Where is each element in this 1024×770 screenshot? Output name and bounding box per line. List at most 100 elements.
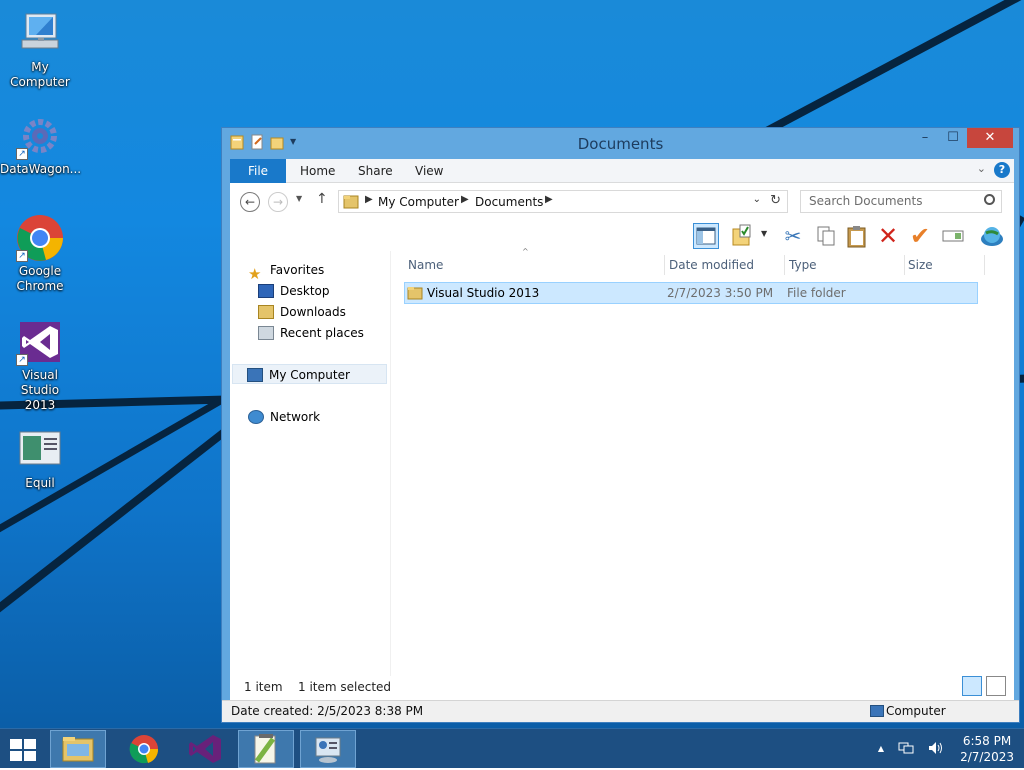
nav-network[interactable]: Network <box>248 407 320 427</box>
computer-icon <box>870 705 884 717</box>
table-row[interactable]: Visual Studio 2013 2/7/2023 3:50 PM File… <box>404 282 978 304</box>
tab-home[interactable]: Home <box>290 159 345 183</box>
downloads-icon <box>258 304 274 319</box>
help-button[interactable]: ? <box>994 162 1010 178</box>
globe-icon[interactable] <box>979 223 1005 249</box>
chrome-icon <box>129 735 159 764</box>
shortcut-arrow-icon: ↗ <box>16 250 28 262</box>
gear-app-icon: ↗ <box>16 112 64 160</box>
expand-ribbon-icon[interactable]: ⌄ <box>977 162 986 175</box>
desktop-icon-datawagon[interactable]: ↗ DataWagon... <box>0 112 81 177</box>
content-area: ★ Favorites Desktop Downloads Recent plac… <box>230 247 1014 699</box>
forward-button[interactable]: → <box>268 192 288 212</box>
show-hidden-icons-icon[interactable]: ▲ <box>878 741 884 758</box>
column-header-size[interactable]: Size <box>908 258 933 272</box>
folder-icon <box>343 195 359 209</box>
file-list: ^ Name Date modified Type Size Visual St… <box>402 247 1014 699</box>
close-button[interactable]: ✕ <box>967 128 1013 148</box>
nav-recent-places[interactable]: Recent places <box>258 323 364 343</box>
taskbar-settings-app[interactable] <box>300 730 356 768</box>
nav-favorites[interactable]: ★ Favorites <box>248 260 325 283</box>
explorer-window[interactable]: ▼ Documents – ☐ ✕ File Home Share View ⌄… <box>221 127 1020 723</box>
address-bar[interactable]: ▶ My Computer ▶ Documents ▶ ⌄ ↻ <box>338 190 788 213</box>
taskbar-notepad[interactable] <box>238 730 294 768</box>
nav-network-label: Network <box>270 410 321 424</box>
address-dropdown-icon[interactable]: ⌄ <box>753 194 761 205</box>
tab-share[interactable]: Share <box>348 159 403 183</box>
breadcrumb-my-computer[interactable]: My Computer <box>378 195 459 209</box>
nav-desktop[interactable]: Desktop <box>258 281 330 301</box>
taskbar-visual-studio[interactable] <box>176 730 232 768</box>
column-header-date[interactable]: Date modified <box>669 258 754 272</box>
desktop-icon-my-computer[interactable]: My Computer <box>0 10 80 90</box>
network-status-icon[interactable] <box>898 741 914 758</box>
start-button[interactable] <box>8 737 38 763</box>
pane-splitter[interactable] <box>390 251 391 699</box>
checkmark-icon[interactable]: ✔ <box>907 223 933 249</box>
nav-my-computer[interactable]: My Computer <box>232 364 387 384</box>
recent-locations-icon[interactable]: ▼ <box>296 194 302 203</box>
search-placeholder: Search Documents <box>809 194 923 208</box>
desktop-icon-chrome[interactable]: ↗ Google Chrome <box>0 214 80 294</box>
copy-icon[interactable] <box>813 223 839 249</box>
maximize-button[interactable]: ☐ <box>939 128 967 148</box>
folder-icon <box>407 287 423 300</box>
delete-icon[interactable]: ✕ <box>875 223 901 249</box>
nav-downloads[interactable]: Downloads <box>258 302 346 322</box>
column-separator[interactable] <box>984 255 985 275</box>
column-separator[interactable] <box>664 255 665 275</box>
windows-logo-icon <box>10 739 36 761</box>
column-separator[interactable] <box>784 255 785 275</box>
navigation-pane: ★ Favorites Desktop Downloads Recent plac… <box>230 251 390 699</box>
desktop-icon-visual-studio[interactable]: ↗ Visual Studio 2013 <box>0 318 80 413</box>
breadcrumb-separator-icon: ▶ <box>365 194 373 205</box>
window-title: Documents <box>577 135 664 153</box>
breadcrumb-separator-icon: ▶ <box>545 194 553 205</box>
desktop-icon-label: Google Chrome <box>16 264 64 293</box>
desktop-icon-label: My Computer <box>10 60 70 89</box>
title-bar[interactable]: ▼ Documents – ☐ ✕ <box>222 128 1019 158</box>
details-view-icon[interactable] <box>962 676 982 696</box>
volume-icon[interactable] <box>928 741 944 758</box>
wallpaper-line <box>760 0 1024 138</box>
dropdown-arrow-icon[interactable]: ▼ <box>761 229 767 238</box>
tab-view[interactable]: View <box>405 159 453 183</box>
column-header-name[interactable]: Name <box>408 258 443 272</box>
taskbar-chrome[interactable] <box>114 730 170 768</box>
file-name: Visual Studio 2013 <box>427 286 540 300</box>
folder-checklist-icon[interactable] <box>730 223 756 249</box>
location-label: Computer <box>886 704 946 718</box>
details-bar: Date created: 2/5/2023 8:38 PM Computer <box>222 700 1019 722</box>
nav-desktop-label: Desktop <box>280 284 330 298</box>
chrome-icon: ↗ <box>16 214 64 262</box>
date-created: Date created: 2/5/2023 8:38 PM <box>231 704 424 718</box>
breadcrumb-separator-icon: ▶ <box>461 194 469 205</box>
nav-favorites-label: Favorites <box>270 263 325 277</box>
cut-icon[interactable]: ✂ <box>780 223 806 249</box>
nav-my-computer-label: My Computer <box>269 368 350 382</box>
tab-file[interactable]: File <box>230 159 286 183</box>
system-tray: ▲ <box>878 741 944 758</box>
minimize-button[interactable]: – <box>911 128 939 148</box>
refresh-icon[interactable]: ↻ <box>770 193 781 208</box>
back-button[interactable]: ← <box>240 192 260 212</box>
taskbar: ▲ 6:58 PM 2/7/2023 <box>0 728 1024 768</box>
paste-icon[interactable] <box>844 223 870 249</box>
nav-downloads-label: Downloads <box>280 305 346 319</box>
desktop-icon-equil[interactable]: Equil <box>0 426 80 491</box>
up-button[interactable]: ↑ <box>316 191 328 207</box>
file-date: 2/7/2023 3:50 PM <box>667 286 774 300</box>
breadcrumb-documents[interactable]: Documents <box>475 195 543 209</box>
taskbar-file-explorer[interactable] <box>50 730 106 768</box>
shortcut-arrow-icon: ↗ <box>16 354 28 366</box>
clock[interactable]: 6:58 PM 2/7/2023 <box>960 733 1014 765</box>
rename-icon[interactable] <box>940 223 966 249</box>
preview-pane-icon[interactable] <box>693 223 719 249</box>
shortcut-arrow-icon: ↗ <box>16 148 28 160</box>
large-icons-view-icon[interactable] <box>986 676 1006 696</box>
notepad-plus-icon <box>254 734 276 764</box>
column-header-type[interactable]: Type <box>789 258 817 272</box>
search-input[interactable]: Search Documents <box>800 190 1002 213</box>
clock-time: 6:58 PM <box>962 734 1012 748</box>
column-separator[interactable] <box>904 255 905 275</box>
